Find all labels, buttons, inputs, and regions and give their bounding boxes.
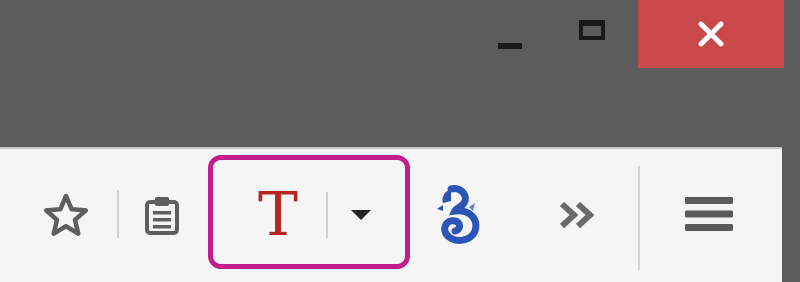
text-tool-button[interactable]: T (240, 180, 316, 250)
close-button[interactable] (638, 0, 784, 68)
reading-list-button[interactable] (132, 186, 192, 246)
blue-seahorse-icon (437, 185, 480, 244)
menu-button[interactable] (676, 186, 742, 242)
browser-window: T (0, 0, 800, 282)
bookmark-button[interactable] (36, 185, 96, 245)
minimize-button[interactable] (474, 0, 546, 66)
clipboard-icon (145, 197, 179, 235)
toolbar-separator (117, 190, 119, 238)
maximize-button[interactable] (556, 0, 628, 66)
text-tool-dropdown-button[interactable] (336, 190, 386, 240)
window-frame-edge (782, 147, 800, 282)
overflow-button[interactable] (548, 185, 608, 245)
text-tool-icon: T (257, 180, 299, 250)
close-icon (698, 21, 724, 47)
hamburger-icon (685, 197, 733, 231)
toolbar-separator-right (638, 166, 640, 270)
caret-down-icon (351, 210, 371, 220)
title-bar (0, 0, 800, 148)
star-outline-icon (43, 193, 89, 236)
split-button-separator (326, 192, 328, 238)
maximize-icon (579, 20, 605, 40)
minimize-icon (498, 43, 522, 49)
extension-button[interactable] (422, 180, 492, 250)
double-chevron-right-icon (559, 201, 595, 229)
